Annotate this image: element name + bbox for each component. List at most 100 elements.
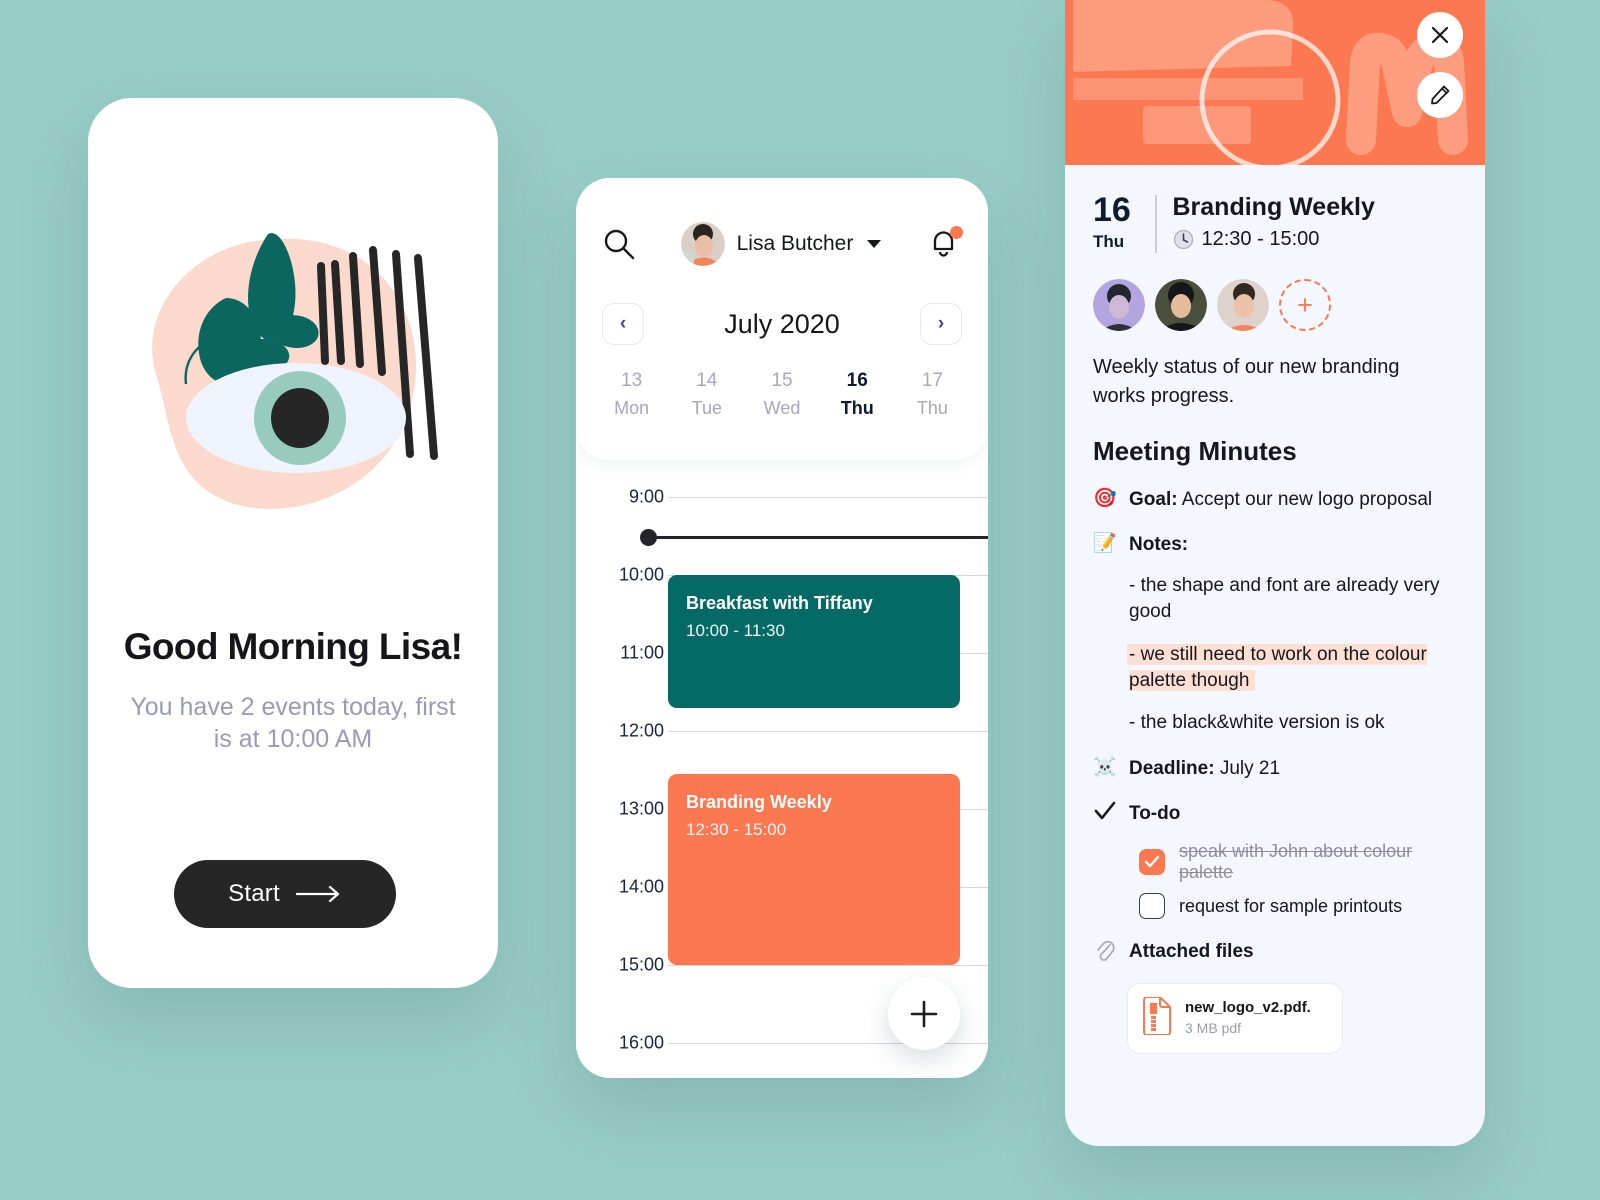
meeting-minutes-title: Meeting Minutes: [1093, 436, 1297, 467]
event-title: Breakfast with Tiffany: [686, 593, 873, 613]
day-name: Tue: [691, 398, 722, 419]
day-number: 17: [921, 370, 943, 391]
event-time-row: 12:30 - 15:00: [1173, 228, 1458, 251]
day-number: 13: [621, 370, 643, 391]
avatar: [680, 222, 725, 266]
day-name: Thu: [840, 398, 874, 419]
attached-header: Attached files: [1093, 939, 1457, 969]
file-info: new_logo_v2.pdf. 3 MB pdf: [1185, 998, 1311, 1038]
goal-value: Accept our new logo proposal: [1181, 489, 1433, 511]
day-cell-17[interactable]: 17 Thu: [895, 366, 970, 423]
note-item: - the shape and font are already very go…: [1129, 573, 1457, 625]
event-day-name: Thu: [1093, 232, 1125, 252]
close-button[interactable]: [1417, 12, 1463, 58]
day-cell-16[interactable]: 16 Thu: [820, 366, 895, 423]
attendee-list: +: [1093, 279, 1457, 332]
day-cell-15[interactable]: 15 Wed: [744, 366, 819, 423]
attached-files-list: new_logo_v2.pdf. 3 MB pdf: [1093, 982, 1457, 1054]
day-number: 16: [846, 370, 868, 391]
day-name: Wed: [763, 398, 801, 419]
event-detail-body: 16 Thu Branding Weekly 12:30 - 15:00 + W…: [1065, 165, 1485, 1054]
chevron-down-icon: [867, 240, 882, 248]
next-month-button[interactable]: ›: [920, 303, 962, 345]
todo-list: speak with John about colour palette requ…: [1093, 841, 1457, 920]
target-icon: 🎯: [1093, 488, 1117, 510]
start-button[interactable]: Start: [174, 860, 396, 928]
pdf-file-icon: [1142, 995, 1172, 1040]
week-day-strip: 13 Mon 14 Tue 15 Wed 16 Thu 17 Thu: [576, 366, 988, 423]
add-event-button[interactable]: [888, 978, 960, 1050]
deadline-value: July 21: [1219, 758, 1281, 780]
timeline-event[interactable]: Branding Weekly 12:30 - 15:00: [668, 773, 960, 965]
goal-row: 🎯 Goal: Accept our new logo proposal: [1093, 487, 1457, 512]
day-cell-14[interactable]: 14 Tue: [669, 366, 744, 423]
file-meta: 3 MB pdf: [1185, 1019, 1242, 1036]
note-text: - the black&white version is ok: [1129, 712, 1385, 734]
search-icon[interactable]: [602, 227, 636, 261]
notifications-button[interactable]: [926, 226, 963, 262]
hour-gridline: [668, 965, 988, 966]
pencil-icon: [1431, 85, 1450, 105]
edit-button[interactable]: [1417, 72, 1463, 118]
event-time: 12:30 - 15:00: [1201, 228, 1320, 250]
todo-label: speak with John about colour palette: [1179, 841, 1413, 883]
todo-item[interactable]: request for sample printouts: [1139, 893, 1457, 920]
hour-gridline: [668, 497, 988, 498]
event-day-number: 16: [1093, 191, 1131, 229]
hour-row: 12:00: [576, 721, 988, 741]
todo-label: request for sample printouts: [1179, 895, 1403, 916]
attendee-avatar[interactable]: [1155, 279, 1207, 332]
current-time-dot: [640, 529, 657, 546]
calendar-header: Lisa Butcher ‹ July 2020 › 13 Mon 14 Tue 15 W…: [576, 178, 988, 460]
skull-icon: ☠️: [1093, 757, 1117, 779]
calendar-screen: Lisa Butcher ‹ July 2020 › 13 Mon 14 Tue 15 W…: [576, 178, 988, 1078]
day-cell-13[interactable]: 13 Mon: [594, 366, 669, 423]
close-icon: [1431, 26, 1449, 44]
file-name: new_logo_v2.pdf.: [1185, 999, 1311, 1017]
event-description: Weekly status of our new branding works …: [1093, 356, 1400, 407]
divider: [1155, 195, 1157, 254]
user-menu[interactable]: Lisa Butcher: [636, 222, 926, 266]
event-summary: Branding Weekly 12:30 - 15:00: [1173, 191, 1458, 251]
deadline-row: ☠️ Deadline: July 21: [1093, 756, 1457, 781]
day-name: Thu: [916, 398, 948, 419]
add-attendee-button[interactable]: +: [1279, 279, 1331, 332]
timeline-event[interactable]: Breakfast with Tiffany 10:00 - 11:30: [668, 575, 960, 708]
attendee-avatar[interactable]: [1217, 279, 1269, 332]
hour-row: 15:00: [576, 955, 988, 975]
deadline-label: Deadline:: [1129, 758, 1215, 780]
welcome-subtitle: You have 2 events today, first is at 10:…: [130, 693, 456, 753]
attached-label: Attached files: [1129, 939, 1457, 964]
hour-label: 10:00: [618, 564, 664, 585]
welcome-screen: Good Morning Lisa! You have 2 events tod…: [88, 98, 498, 988]
memo-icon: 📝: [1093, 533, 1117, 555]
note-item: - we still need to work on the colour pa…: [1129, 642, 1457, 694]
check-icon: [1093, 801, 1117, 829]
hour-label: 12:00: [618, 720, 664, 741]
month-navigation: ‹ July 2020 ›: [576, 300, 988, 348]
event-header: 16 Thu Branding Weekly 12:30 - 15:00: [1093, 191, 1457, 257]
event-time: 12:30 - 15:00: [686, 820, 787, 840]
event-title: Branding Weekly: [686, 791, 832, 812]
event-title: Branding Weekly: [1172, 193, 1375, 221]
hour-gridline: [668, 731, 988, 732]
deadline-text: Deadline: July 21: [1129, 756, 1457, 781]
todo-checkbox[interactable]: [1139, 893, 1165, 920]
todo-item[interactable]: speak with John about colour palette: [1139, 841, 1457, 883]
notes-label-text: Notes:: [1129, 534, 1189, 556]
todo-header: To-do: [1093, 801, 1457, 829]
notes-row: 📝 Notes:: [1093, 532, 1457, 557]
hour-label: 9:00: [628, 486, 664, 507]
attendee-avatar[interactable]: [1093, 279, 1145, 332]
day-number: 14: [696, 370, 718, 391]
plus-icon: [910, 1000, 938, 1028]
clock-icon: [1173, 229, 1193, 250]
arrow-right-icon: [295, 886, 339, 902]
notification-badge: [950, 226, 963, 239]
attached-label-text: Attached files: [1129, 941, 1254, 963]
attached-file[interactable]: new_logo_v2.pdf. 3 MB pdf: [1127, 982, 1343, 1054]
user-name: Lisa Butcher: [736, 232, 854, 255]
todo-checkbox[interactable]: [1139, 849, 1165, 876]
prev-month-button[interactable]: ‹: [602, 303, 644, 345]
goal-label: Goal:: [1129, 489, 1178, 511]
